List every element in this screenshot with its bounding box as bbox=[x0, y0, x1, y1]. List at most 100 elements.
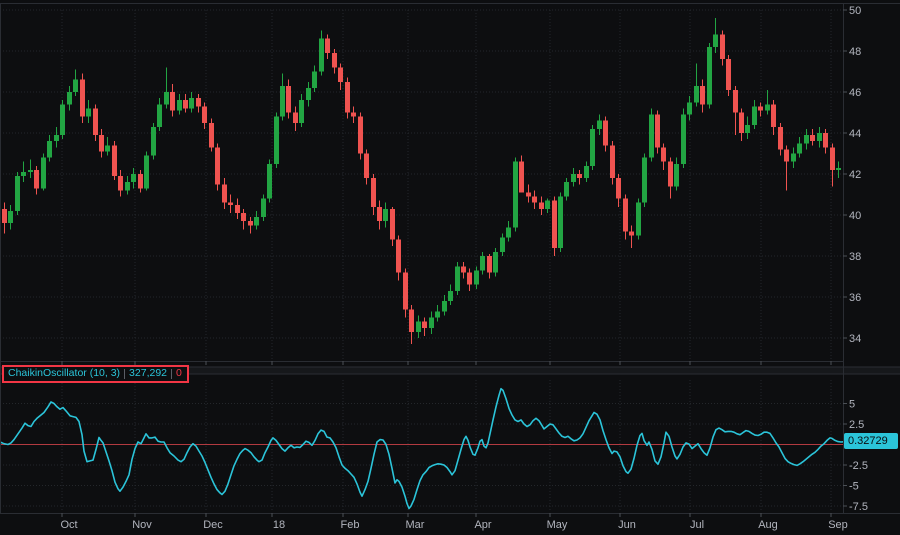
time-axis[interactable] bbox=[0, 513, 900, 535]
candle-body bbox=[823, 133, 828, 147]
candle-body bbox=[2, 209, 7, 223]
candle-body bbox=[687, 102, 692, 114]
oscillator-last-value-badge: 0.32729 bbox=[844, 433, 898, 449]
candle-body bbox=[170, 92, 175, 110]
candle-body bbox=[280, 86, 285, 117]
candle-body bbox=[235, 205, 240, 213]
candle-body bbox=[713, 35, 718, 47]
candle-body bbox=[325, 39, 330, 53]
candle-body bbox=[60, 104, 65, 135]
candle-body bbox=[183, 100, 188, 108]
candle-body bbox=[720, 35, 725, 60]
candle-body bbox=[739, 113, 744, 134]
indicator-title[interactable]: ChaikinOscillator (10, 3) bbox=[8, 367, 120, 380]
candle-body bbox=[105, 145, 110, 151]
candle-body bbox=[416, 322, 421, 332]
candle-body bbox=[526, 192, 531, 196]
candle-body bbox=[261, 199, 266, 217]
indicator-legend[interactable]: ChaikinOscillator (10, 3) 327,292 0 bbox=[2, 365, 189, 383]
candle-body bbox=[707, 47, 712, 104]
candle-body bbox=[442, 301, 447, 311]
candle-body bbox=[202, 106, 207, 122]
candle-body bbox=[228, 203, 233, 205]
legend-separator bbox=[171, 369, 172, 379]
candle-body bbox=[131, 174, 136, 182]
legend-separator bbox=[124, 369, 125, 379]
candle-body bbox=[364, 154, 369, 179]
candle-body bbox=[267, 164, 272, 199]
candle-body bbox=[610, 145, 615, 178]
candle-body bbox=[196, 98, 201, 106]
candle-body bbox=[435, 311, 440, 317]
candle-body bbox=[461, 266, 466, 272]
candle-body bbox=[590, 129, 595, 166]
candle-body bbox=[506, 227, 511, 237]
candle-body bbox=[118, 176, 123, 190]
candle-body bbox=[164, 92, 169, 104]
candle-body bbox=[358, 117, 363, 154]
candle-body bbox=[351, 113, 356, 117]
candle-body bbox=[758, 106, 763, 110]
candle-body bbox=[804, 135, 809, 143]
candle-body bbox=[810, 135, 815, 141]
candle-body bbox=[455, 266, 460, 291]
candle-body bbox=[519, 162, 524, 193]
candle-body bbox=[144, 156, 149, 189]
candle-body bbox=[396, 240, 401, 273]
candle-body bbox=[67, 92, 72, 104]
candle-body bbox=[248, 221, 253, 225]
candle-body bbox=[338, 67, 343, 81]
candle-body bbox=[151, 127, 156, 156]
candle-body bbox=[86, 108, 91, 116]
candle-body bbox=[54, 135, 59, 141]
candle-body bbox=[28, 170, 33, 172]
candle-body bbox=[500, 238, 505, 252]
candle-body bbox=[47, 141, 52, 157]
candle-body bbox=[241, 213, 246, 221]
candle-body bbox=[745, 125, 750, 133]
candle-body bbox=[209, 123, 214, 148]
indicator-value: 327,292 bbox=[129, 367, 167, 380]
candle-body bbox=[513, 162, 518, 228]
candle-body bbox=[584, 166, 589, 178]
candle-body bbox=[765, 104, 770, 110]
candle-body bbox=[41, 158, 46, 189]
candle-body bbox=[21, 172, 26, 176]
candle-body bbox=[778, 127, 783, 150]
chart-canvas[interactable]: 50484644424038363452.5-2.5-5-7.5OctNovDe… bbox=[0, 0, 900, 535]
candle-body bbox=[254, 217, 259, 225]
candle-body bbox=[545, 201, 550, 209]
candle-body bbox=[797, 143, 802, 153]
candle-body bbox=[73, 80, 78, 92]
candle-body bbox=[577, 174, 582, 178]
candle-body bbox=[552, 201, 557, 248]
candle-body bbox=[299, 100, 304, 123]
candle-body bbox=[733, 90, 738, 113]
candle-body bbox=[409, 309, 414, 332]
candle-body bbox=[493, 252, 498, 273]
candle-body bbox=[655, 115, 660, 148]
candle-body bbox=[532, 197, 537, 203]
candle-body bbox=[629, 231, 634, 235]
candle-body bbox=[422, 322, 427, 328]
candle-body bbox=[286, 86, 291, 113]
candle-body bbox=[661, 147, 666, 161]
candle-body bbox=[319, 39, 324, 72]
candle-body bbox=[8, 211, 13, 223]
candle-body bbox=[177, 100, 182, 110]
candle-body bbox=[623, 199, 628, 232]
candle-body bbox=[99, 135, 104, 151]
candle-body bbox=[125, 182, 130, 190]
candle-body bbox=[371, 178, 376, 207]
candle-body bbox=[274, 117, 279, 164]
candle-body bbox=[564, 182, 569, 196]
candle-body bbox=[157, 104, 162, 127]
candle-body bbox=[771, 104, 776, 127]
candle-body bbox=[467, 272, 472, 284]
candle-body bbox=[597, 121, 602, 129]
candle-body bbox=[306, 88, 311, 100]
candle-body bbox=[674, 164, 679, 187]
indicator-zero-value: 0 bbox=[176, 367, 182, 380]
candle-body bbox=[539, 203, 544, 209]
candle-body bbox=[681, 115, 686, 164]
